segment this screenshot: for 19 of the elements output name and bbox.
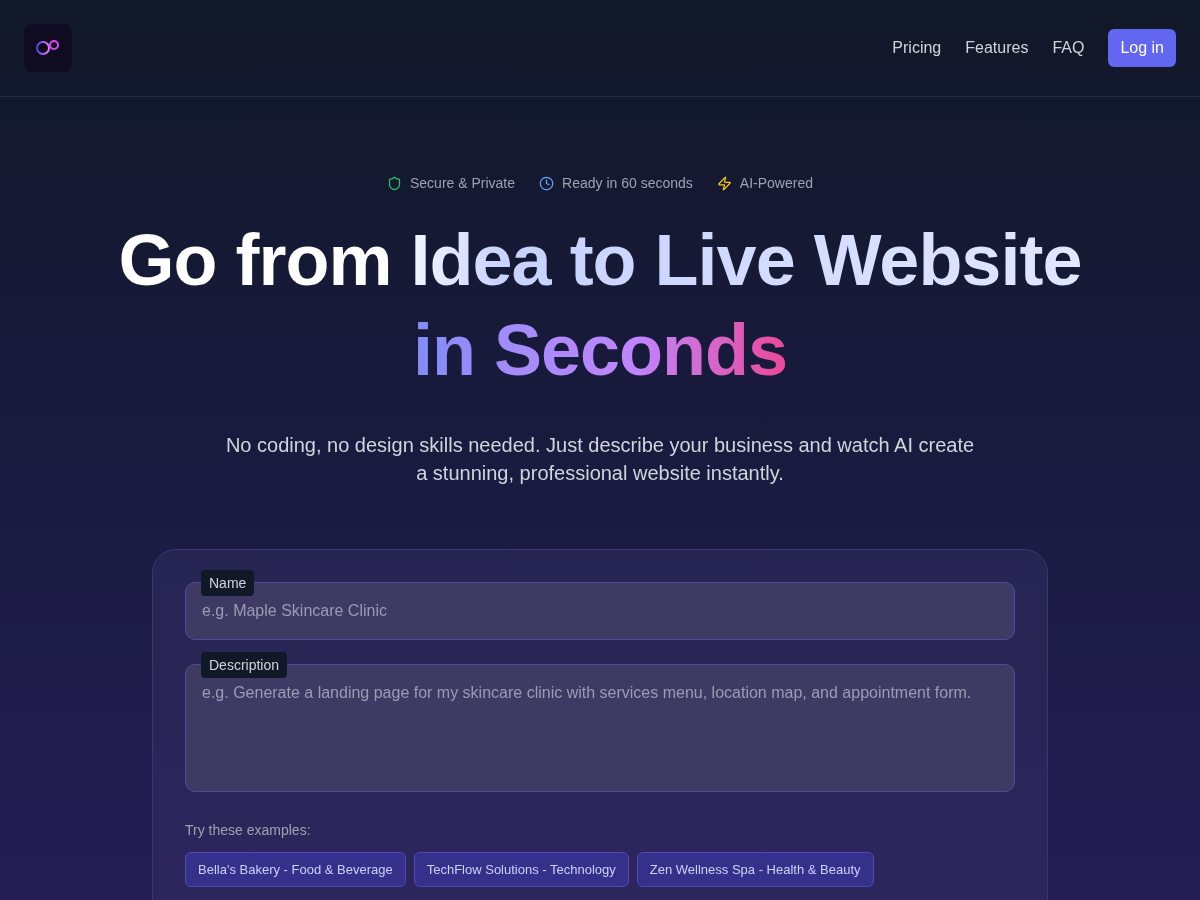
nav-link[interactable]: Features	[965, 39, 1029, 57]
clock-icon	[539, 175, 555, 191]
nav-link[interactable]: Pricing	[892, 39, 942, 57]
example-chip[interactable]: Zen Wellness Spa - Health & Beauty	[636, 852, 874, 887]
field-label: Name	[201, 570, 255, 596]
feature-badge-text: Ready in 60 seconds	[562, 175, 693, 191]
feature-badge-text: AI-Powered	[739, 175, 813, 191]
field-label: Description	[201, 652, 288, 678]
example-chip[interactable]: Bella's Bakery - Food & Beverage	[185, 852, 406, 887]
subtitle: No coding, no design skills needed. Just describe your business and watch AI create a stunning, professional website instantly.	[224, 433, 976, 486]
feature-badge-text: Secure & Private	[410, 175, 516, 191]
shield-icon	[387, 175, 402, 191]
logo[interactable]	[24, 24, 72, 72]
examples-label: Try these examples:	[185, 822, 312, 838]
lightning-icon	[716, 175, 732, 191]
login-button[interactable]: Log in	[1108, 29, 1176, 67]
infinity-logo-icon	[35, 39, 61, 57]
nav-link[interactable]: FAQ	[1052, 39, 1085, 57]
example-chip[interactable]: TechFlow Solutions - Technology	[413, 852, 629, 887]
